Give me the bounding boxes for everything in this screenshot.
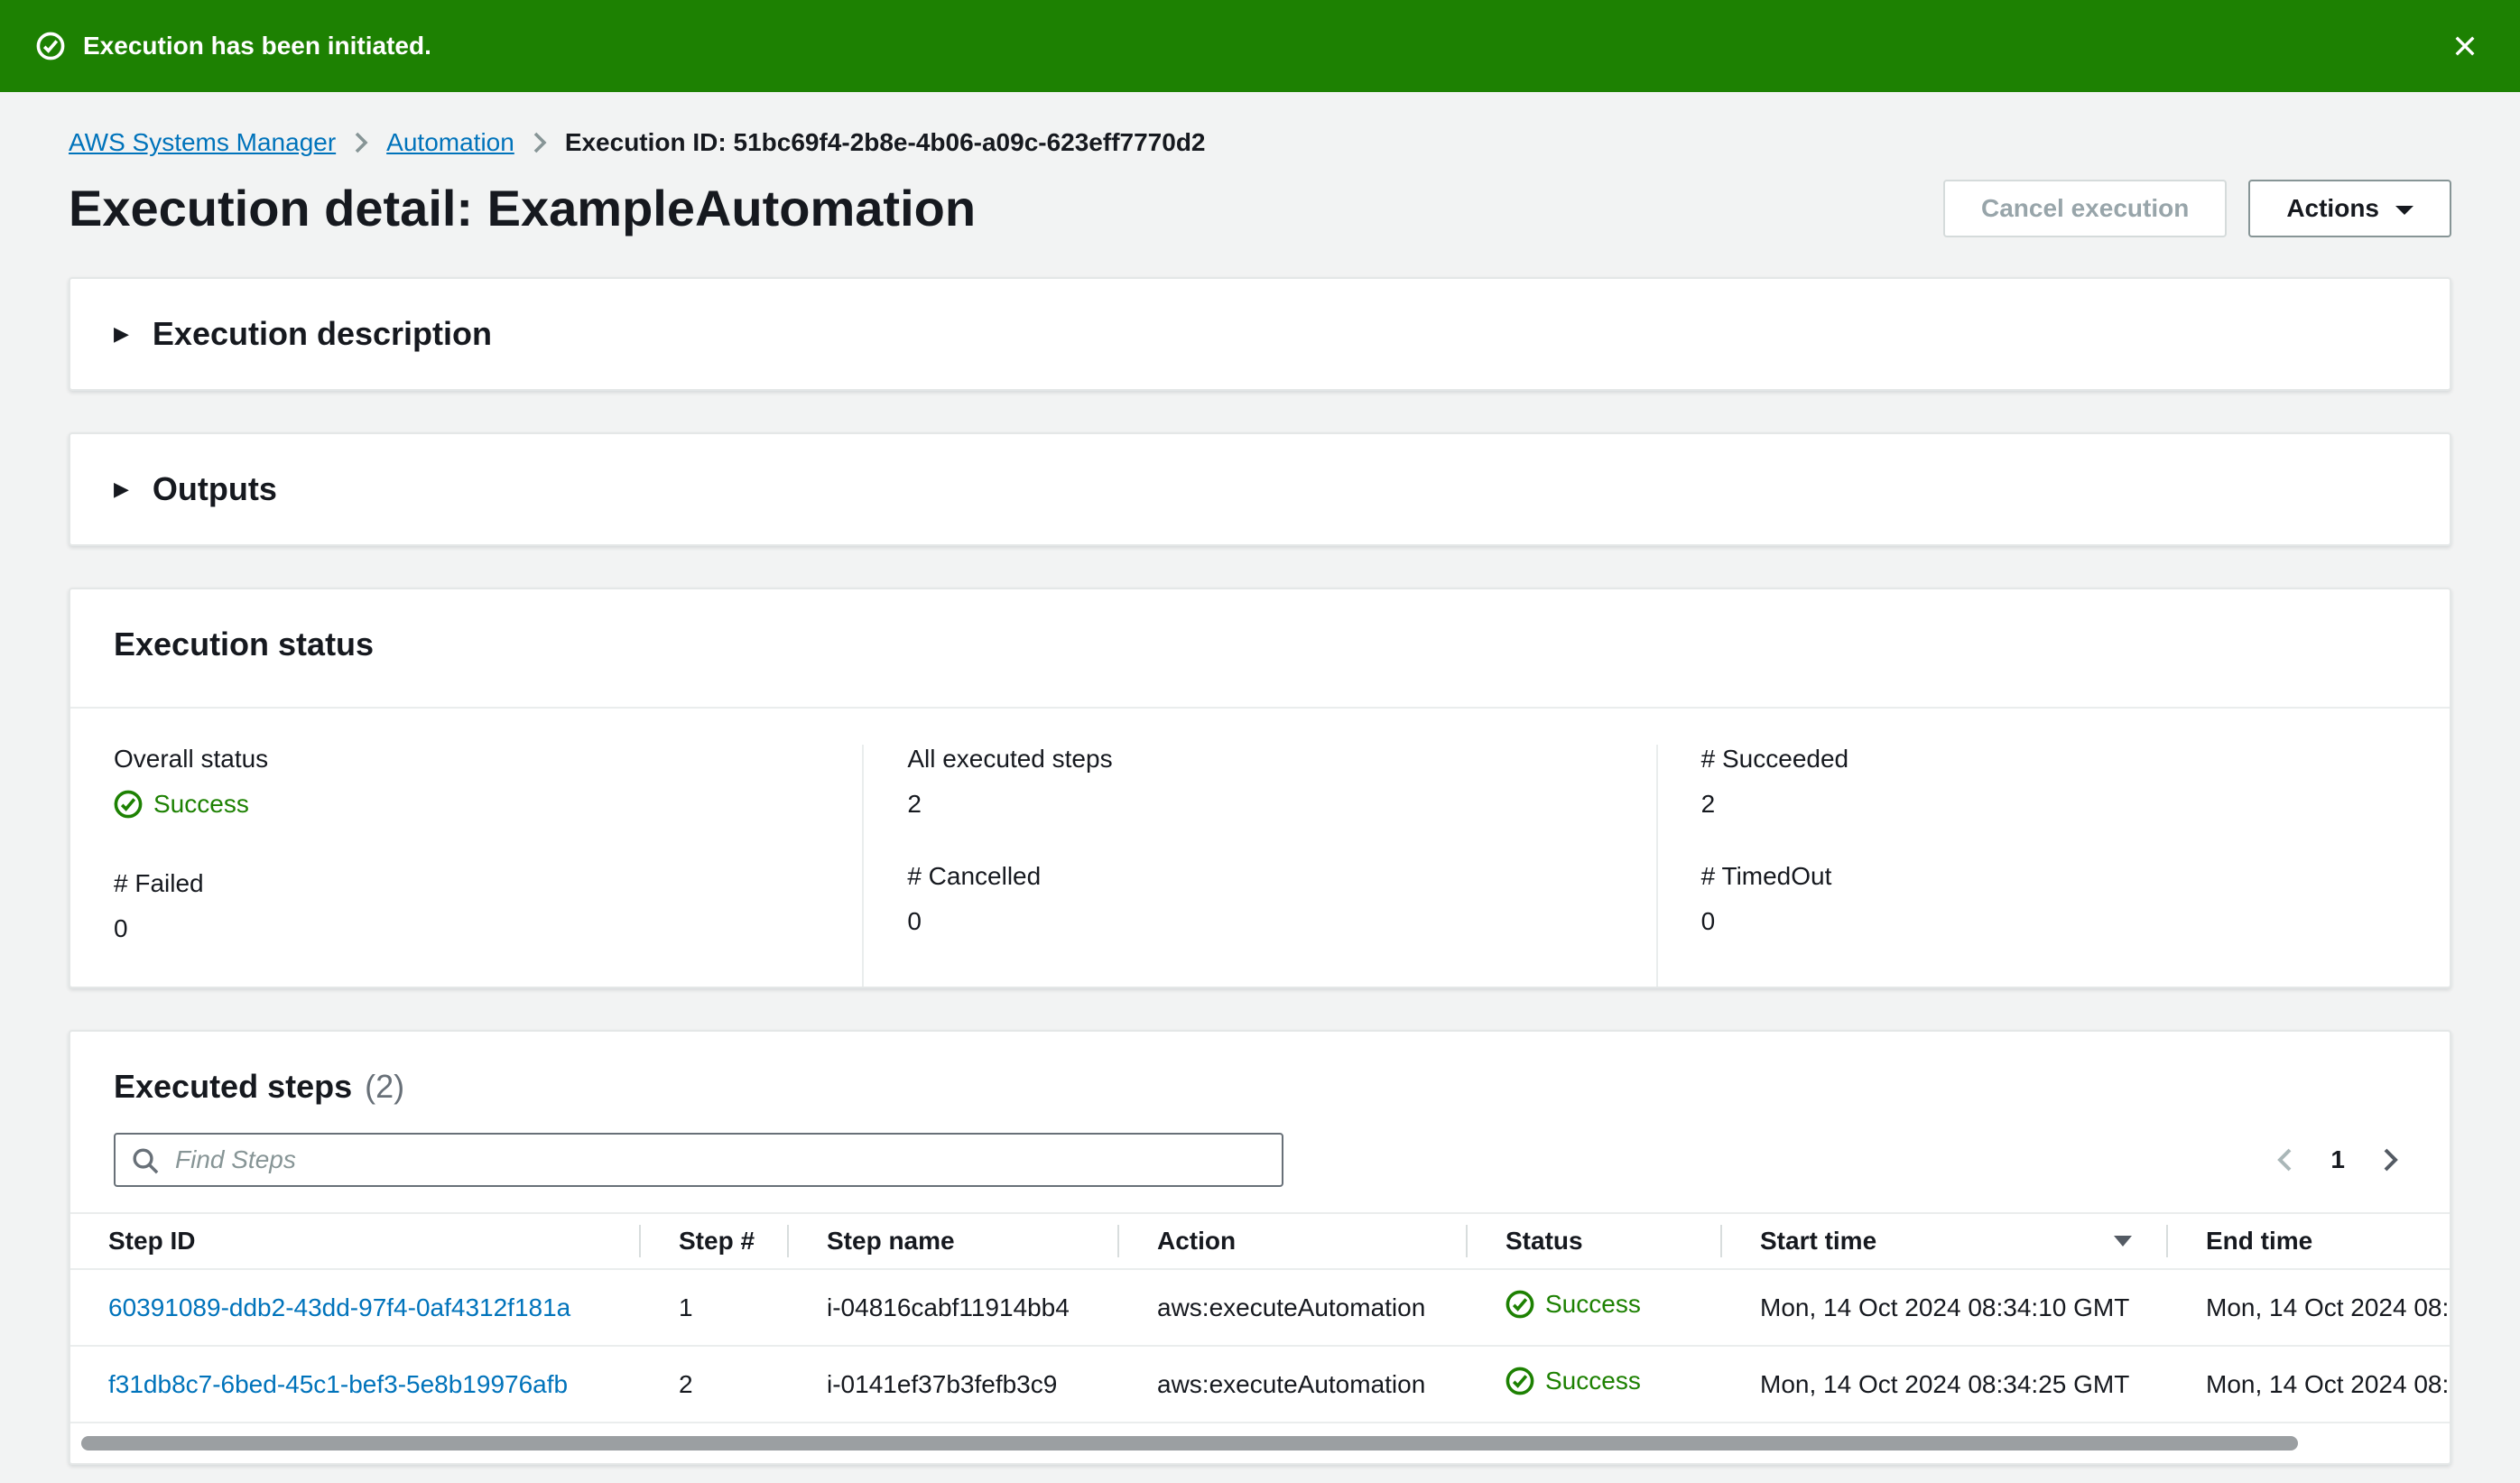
execution-status-header: Execution status xyxy=(70,589,2450,709)
execution-description-panel[interactable]: ▶ Execution description xyxy=(69,277,2451,391)
executed-steps-header: Executed steps (2) xyxy=(70,1032,2450,1106)
flashbar-success: Execution has been initiated. xyxy=(0,0,2520,92)
outputs-title: Outputs xyxy=(152,470,277,507)
status-text: Success xyxy=(1545,1367,1641,1395)
timedout-field: # TimedOut 0 xyxy=(1701,862,2406,936)
main-content: AWS Systems Manager Automation Execution… xyxy=(0,92,2520,1483)
column-header-step-name: Step name xyxy=(789,1212,1119,1270)
succeeded-field: # Succeeded 2 xyxy=(1701,745,2406,819)
executed-steps-value: 2 xyxy=(907,790,922,818)
expand-right-icon: ▶ xyxy=(114,322,129,345)
field-label: Overall status xyxy=(114,745,269,773)
success-circle-icon xyxy=(1506,1367,1534,1395)
column-header-end-time: End time xyxy=(2168,1212,2450,1270)
success-circle-icon xyxy=(114,790,143,819)
cancelled-field: # Cancelled 0 xyxy=(907,862,1612,936)
table-row: 60391089-ddb2-43dd-97f4-0af4312f181a 1 i… xyxy=(70,1269,2450,1346)
next-page-icon[interactable] xyxy=(2379,1144,2403,1176)
executed-steps-field: All executed steps 2 xyxy=(907,745,1612,819)
status-text: Success xyxy=(1545,1290,1641,1318)
success-circle-icon xyxy=(1506,1290,1534,1319)
page-number[interactable]: 1 xyxy=(2330,1145,2345,1174)
start-time-label: Start time xyxy=(1760,1227,1877,1255)
steps-table-wrap: Step ID Step # Step name Action Status S… xyxy=(70,1212,2450,1423)
breadcrumb: AWS Systems Manager Automation Execution… xyxy=(69,128,2451,157)
executed-steps-title: Executed steps xyxy=(114,1068,353,1105)
flash-message: Execution has been initiated. xyxy=(83,32,431,60)
step-num-cell: 2 xyxy=(641,1345,789,1423)
status-cell: Success xyxy=(1468,1345,1722,1423)
overall-status-value: Success xyxy=(114,790,249,819)
cancel-execution-button[interactable]: Cancel execution xyxy=(1943,179,2228,237)
field-label: # Succeeded xyxy=(1700,745,1849,773)
expand-right-icon: ▶ xyxy=(114,477,129,500)
actions-button-label: Actions xyxy=(2286,193,2379,222)
cancelled-value: 0 xyxy=(907,907,922,935)
action-cell: aws:executeAutomation xyxy=(1119,1345,1468,1423)
start-time-cell: Mon, 14 Oct 2024 08:34:10 GMT xyxy=(1760,1293,2130,1321)
field-label: All executed steps xyxy=(907,745,1113,773)
chevron-right-icon xyxy=(533,132,547,153)
find-steps-input[interactable] xyxy=(114,1133,1283,1187)
search-box xyxy=(114,1133,1283,1187)
caret-down-icon xyxy=(2395,205,2413,215)
failed-field: # Failed 0 xyxy=(114,869,819,943)
aws-console-page: Execution has been initiated. AWS System… xyxy=(0,0,2520,1483)
field-label: # Cancelled xyxy=(907,862,1042,890)
search-icon xyxy=(133,1148,159,1174)
table-header-row: Step ID Step # Step name Action Status S… xyxy=(70,1212,2450,1270)
executed-steps-count: (2) xyxy=(365,1068,405,1105)
status-column-2: All executed steps 2 # Cancelled 0 xyxy=(862,745,1655,987)
table-row: f31db8c7-6bed-45c1-bef3-5e8b19976afb 2 i… xyxy=(70,1345,2450,1423)
field-label: # Failed xyxy=(114,869,204,897)
failed-value: 0 xyxy=(114,914,128,942)
execution-status-grid: Overall status Success # Failed 0 All ex… xyxy=(70,709,2450,987)
breadcrumb-current: Execution ID: 51bc69f4-2b8e-4b06-a09c-62… xyxy=(564,128,1206,156)
step-name-cell: i-0141ef37b3fefb3c9 xyxy=(789,1345,1119,1423)
end-time-cell: Mon, 14 Oct 2024 08: xyxy=(2168,1345,2450,1423)
steps-table: Step ID Step # Step name Action Status S… xyxy=(70,1212,2450,1423)
actions-button[interactable]: Actions xyxy=(2248,179,2451,237)
succeeded-value: 2 xyxy=(1700,790,1716,818)
steps-toolbar: 1 xyxy=(70,1106,2450,1187)
executed-steps-panel: Executed steps (2) 1 xyxy=(69,1030,2451,1465)
step-name-cell: i-04816cabf11914bb4 xyxy=(827,1293,1070,1321)
overall-status-text: Success xyxy=(153,790,249,818)
column-header-step-num: Step # xyxy=(641,1212,789,1270)
execution-status-panel: Execution status Overall status Success … xyxy=(69,588,2451,988)
action-cell: aws:executeAutomation xyxy=(1157,1293,1426,1321)
outputs-panel[interactable]: ▶ Outputs xyxy=(69,432,2451,546)
previous-page-icon[interactable] xyxy=(2273,1144,2296,1176)
breadcrumb-link-automation[interactable]: Automation xyxy=(386,128,514,157)
column-header-action: Action xyxy=(1119,1212,1468,1270)
close-icon[interactable] xyxy=(2446,27,2484,65)
horizontal-scrollbar[interactable] xyxy=(81,1436,2298,1451)
column-header-start-time[interactable]: Start time xyxy=(1722,1212,2168,1270)
sort-descending-icon xyxy=(2114,1236,2132,1247)
start-time-cell: Mon, 14 Oct 2024 08:34:25 GMT xyxy=(1722,1345,2168,1423)
step-num-cell: 1 xyxy=(679,1293,693,1321)
end-time-cell: Mon, 14 Oct 2024 08: xyxy=(2206,1293,2450,1321)
page-title: Execution detail: ExampleAutomation xyxy=(69,180,977,236)
column-header-status: Status xyxy=(1468,1212,1722,1270)
field-label: # TimedOut xyxy=(1700,862,1832,890)
status-cell: Success xyxy=(1468,1269,1722,1346)
breadcrumb-link-systems-manager[interactable]: AWS Systems Manager xyxy=(69,128,336,157)
chevron-right-icon xyxy=(354,132,368,153)
timedout-value: 0 xyxy=(1700,907,1716,935)
execution-status-title: Execution status xyxy=(114,626,375,663)
page-header: Execution detail: ExampleAutomation Canc… xyxy=(69,179,2451,237)
step-id-link[interactable]: 60391089-ddb2-43dd-97f4-0af4312f181a xyxy=(108,1293,570,1321)
step-id-link[interactable]: f31db8c7-6bed-45c1-bef3-5e8b19976afb xyxy=(108,1370,568,1398)
pagination: 1 xyxy=(2273,1144,2406,1176)
column-header-step-id: Step ID xyxy=(70,1212,641,1270)
status-column-1: Overall status Success # Failed 0 xyxy=(70,745,862,987)
status-column-3: # Succeeded 2 # TimedOut 0 xyxy=(1655,745,2450,987)
status-success-icon xyxy=(36,32,65,60)
header-actions: Cancel execution Actions xyxy=(1943,179,2451,237)
overall-status-field: Overall status Success xyxy=(114,745,819,826)
execution-description-title: Execution description xyxy=(152,315,492,352)
